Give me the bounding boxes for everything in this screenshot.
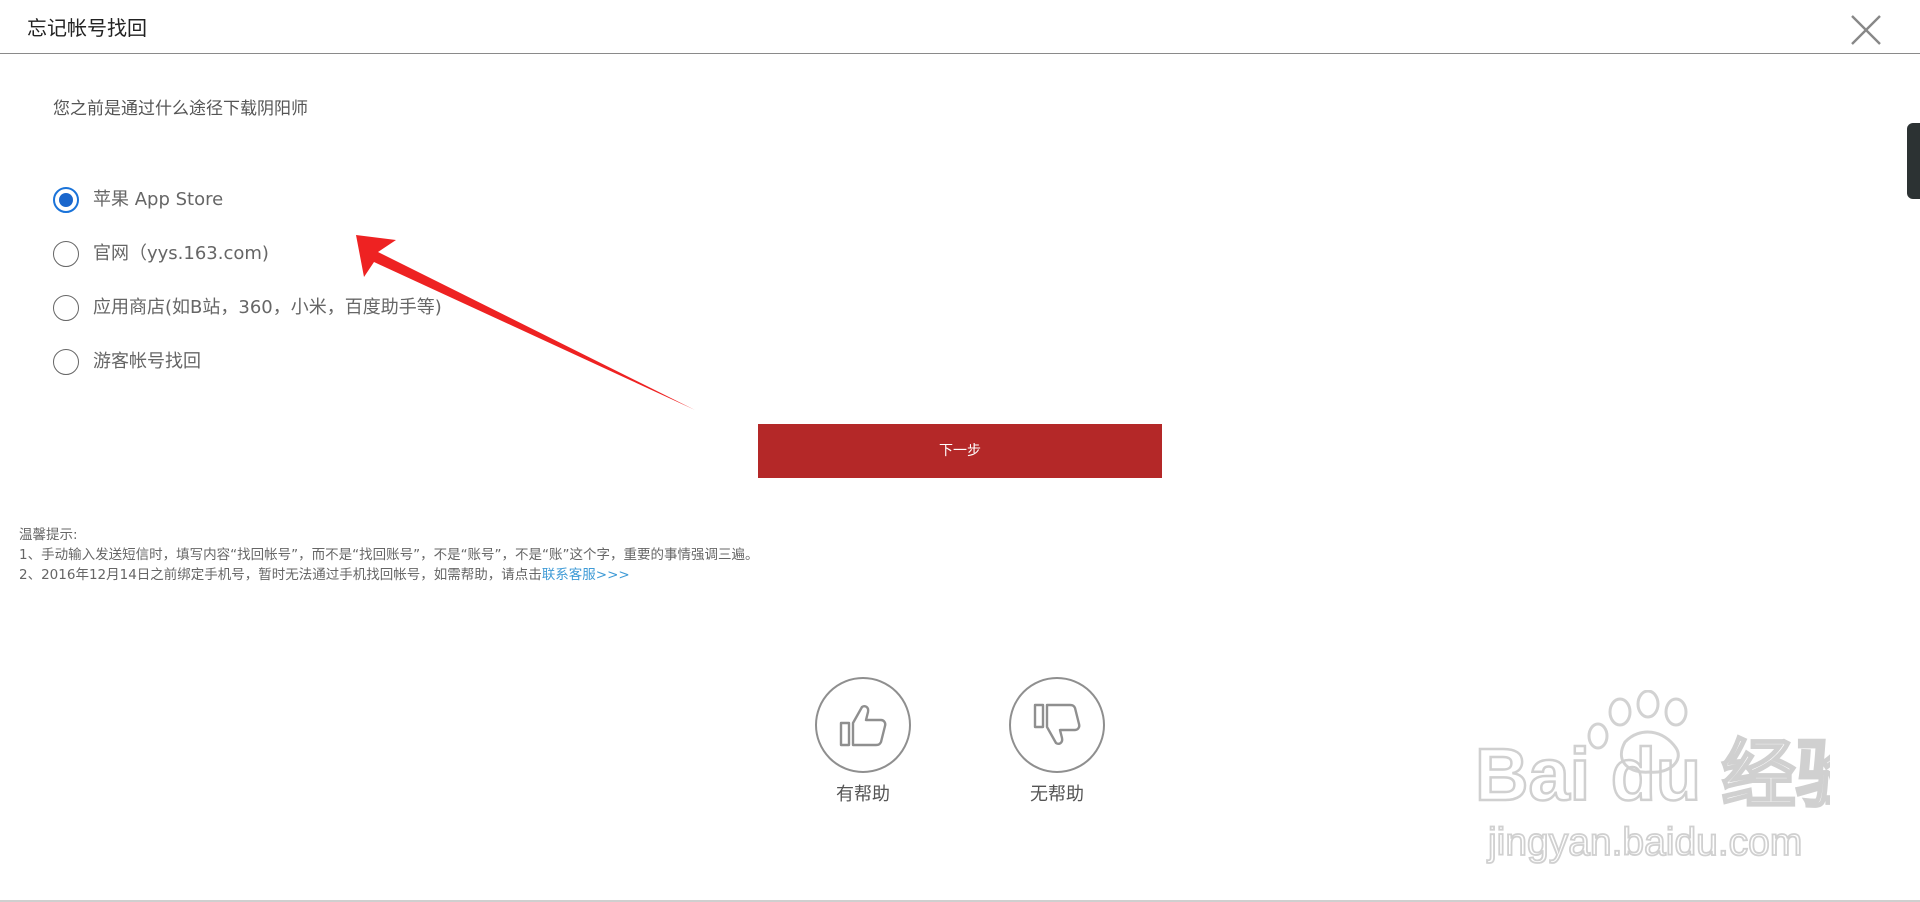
next-step-button[interactable]: 下一步 <box>758 424 1162 478</box>
tips-heading: 温馨提示: <box>19 527 78 543</box>
option-label: 应用商店(如B站，360，小米，百度助手等) <box>93 297 442 318</box>
thumbs-up-icon <box>839 705 887 747</box>
helpful-button[interactable]: 有帮助 <box>813 677 913 807</box>
radio-button-checked[interactable] <box>53 187 79 213</box>
account-recovery-page: 忘记帐号找回 您之前是通过什么途径下载阴阳师 苹果 App Store 官网（y… <box>0 0 1920 902</box>
helpful-label: 有帮助 <box>836 784 890 805</box>
watermark-url: jingyan.baidu.com <box>1487 821 1802 864</box>
radio-button[interactable] <box>53 241 79 267</box>
baidu-jingyan-watermark: Bai du 经验 jingyan.baidu.com <box>1474 690 1830 865</box>
radio-button[interactable] <box>53 295 79 321</box>
not-helpful-label: 无帮助 <box>1030 784 1084 805</box>
option-label: 官网（yys.163.com) <box>93 243 269 264</box>
option-app-store[interactable]: 苹果 App Store <box>53 185 223 215</box>
radio-button[interactable] <box>53 349 79 375</box>
radio-dot <box>59 193 73 207</box>
watermark-brand: Bai du 经验 <box>1475 733 1830 816</box>
option-label: 苹果 App Store <box>93 189 224 210</box>
close-button[interactable] <box>1846 10 1886 50</box>
tips-line-2-text: 2、2016年12月14日之前绑定手机号，暂时无法通过手机找回帐号，如需帮助，请… <box>19 567 542 583</box>
close-icon <box>1851 15 1881 45</box>
helpful-circle <box>815 677 911 773</box>
contact-support-link[interactable]: 联系客服>>> <box>542 567 630 583</box>
dialog-header: 忘记帐号找回 <box>0 0 1920 54</box>
option-app-market[interactable]: 应用商店(如B站，360，小米，百度助手等) <box>53 293 442 323</box>
option-guest-recovery[interactable]: 游客帐号找回 <box>53 347 201 377</box>
tips-line-1: 1、手动输入发送短信时，填写内容“找回帐号”，而不是“找回账号”，不是“账号”，… <box>19 547 759 563</box>
not-helpful-button[interactable]: 无帮助 <box>1007 677 1107 807</box>
not-helpful-circle <box>1009 677 1105 773</box>
side-widget-handle[interactable] <box>1907 123 1920 199</box>
option-official-site[interactable]: 官网（yys.163.com) <box>53 239 269 269</box>
tips-line-2: 2、2016年12月14日之前绑定手机号，暂时无法通过手机找回帐号，如需帮助，请… <box>19 565 759 585</box>
option-label: 游客帐号找回 <box>93 351 201 372</box>
download-source-question: 您之前是通过什么途径下载阴阳师 <box>53 99 308 119</box>
dialog-title: 忘记帐号找回 <box>27 16 147 40</box>
tips-section: 温馨提示: 1、手动输入发送短信时，填写内容“找回帐号”，而不是“找回账号”，不… <box>19 525 759 585</box>
thumbs-down-icon <box>1033 703 1081 745</box>
